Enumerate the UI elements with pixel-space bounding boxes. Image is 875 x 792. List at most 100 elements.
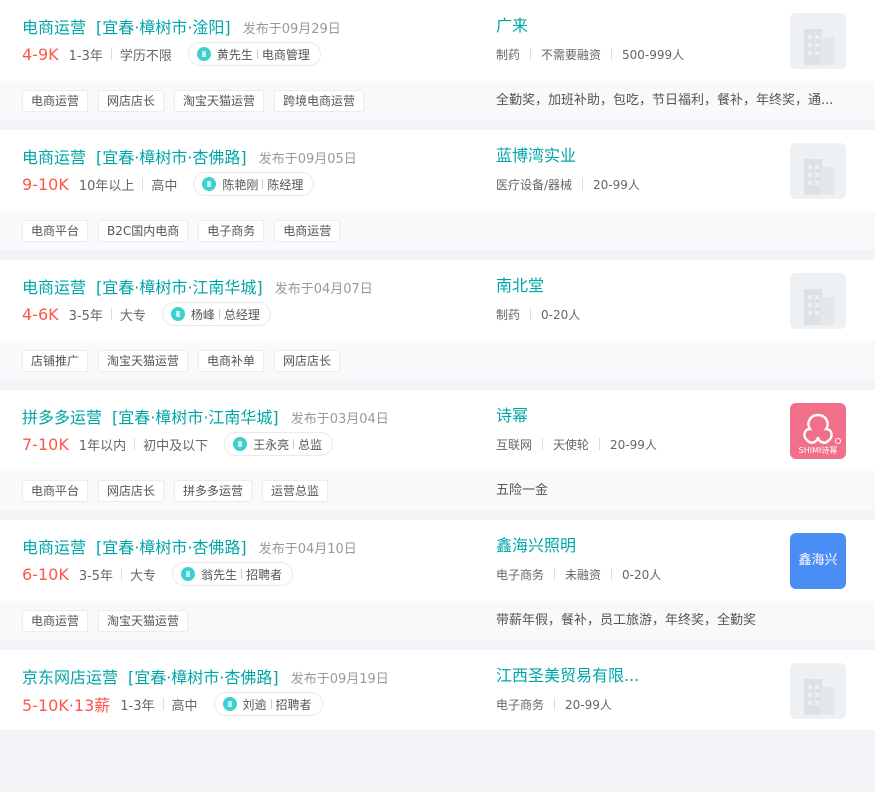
divider	[256, 49, 258, 59]
job-location: [宜春·樟树市·杏佛路]	[96, 148, 247, 167]
company-funding: 不需要融资	[541, 47, 602, 62]
chat-bubble-icon	[233, 437, 248, 451]
chat-recruiter-button[interactable]: 王永亮 总监	[224, 432, 334, 456]
education: 高中	[151, 178, 178, 194]
skill-tag: 电商平台	[22, 220, 89, 242]
job-title-link[interactable]: 京东网店运营	[22, 664, 118, 688]
welfare-text: 五险一金	[496, 483, 549, 498]
divider	[162, 698, 164, 710]
job-location: [宜春·樟树市·杏佛路]	[96, 538, 247, 557]
experience: 1-3年	[120, 698, 155, 714]
job-title-link[interactable]: 电商运营	[22, 14, 86, 38]
divider	[611, 568, 613, 580]
job-card[interactable]: 京东网店运营 [宜春·樟树市·杏佛路] 发布于09月19日 5-10K·13薪 …	[0, 650, 875, 730]
skill-tag: 电子商务	[198, 220, 265, 242]
experience: 1年以内	[78, 438, 127, 454]
job-tags: 电商运营 网店店长 淘宝天猫运营 跨境电商运营	[22, 90, 374, 112]
welfare-text: 全勤奖，加班补助，包吃，节日福利，餐补，年终奖，通...	[496, 93, 834, 108]
experience: 10年以上	[78, 178, 135, 194]
job-location: [宜春·樟树市·江南华城]	[96, 278, 263, 297]
job-info-row: 4-9K 1-3年 学历不限 黄先生 电商管理	[22, 41, 482, 67]
divider	[270, 699, 272, 709]
company-logo[interactable]	[790, 663, 846, 719]
company-name-link[interactable]: 广来	[496, 14, 776, 38]
publish-date: 发布于04月07日	[274, 282, 373, 297]
chat-recruiter-button[interactable]: 杨峰 总经理	[161, 302, 271, 326]
job-card-main: 电商运营 [宜春·樟树市·杏佛路] 发布于09月05日 9-10K 10年以上 …	[0, 130, 875, 210]
welfare-text: 带薪年假，餐补，员工旅游，年终奖，全勤奖	[496, 613, 757, 628]
job-primary: 电商运营 [宜春·樟树市·杏佛路] 发布于09月05日 9-10K 10年以上 …	[22, 144, 482, 197]
job-primary: 拼多多运营 [宜春·樟树市·江南华城] 发布于03月04日 7-10K 1年以内…	[22, 404, 482, 457]
job-card-main: 京东网店运营 [宜春·樟树市·杏佛路] 发布于09月19日 5-10K·13薪 …	[0, 650, 875, 730]
job-card-footer: 电商平台 B2C国内电商 电子商务 电商运营	[0, 210, 875, 250]
company-logo[interactable]: SHIMI诗幂	[790, 403, 846, 459]
job-card[interactable]: 拼多多运营 [宜春·樟树市·江南华城] 发布于03月04日 7-10K 1年以内…	[0, 390, 875, 510]
job-title-link[interactable]: 电商运营	[22, 274, 86, 298]
company-name-link[interactable]: 江西圣美贸易有限...	[496, 664, 776, 688]
job-card[interactable]: 电商运营 [宜春·樟树市·杏佛路] 发布于04月10日 6-10K 3-5年 大…	[0, 520, 875, 640]
divider	[110, 48, 112, 60]
chat-recruiter-button[interactable]: 翁先生 招聘者	[172, 562, 294, 586]
divider	[582, 178, 584, 190]
recruiter-role: 招聘者	[275, 697, 312, 712]
company-logo[interactable]: 鑫海兴	[790, 533, 846, 589]
job-location: [宜春·樟树市·淦阳]	[96, 18, 231, 37]
company-industry: 医疗设备/器械	[496, 177, 573, 192]
recruiter-name: 王永亮	[253, 437, 290, 452]
divider	[262, 179, 264, 189]
company-name-link[interactable]: 蓝博湾实业	[496, 144, 776, 168]
divider	[293, 439, 295, 449]
recruiter-role: 电商管理	[261, 47, 310, 62]
job-title-row: 电商运营 [宜春·樟树市·淦阳] 发布于09月29日	[22, 14, 482, 38]
shimi-logo-icon: SHIMI诗幂	[790, 403, 846, 459]
company-logo[interactable]	[790, 13, 846, 69]
chat-recruiter-button[interactable]: 黄先生 电商管理	[187, 42, 321, 66]
job-card-main: 电商运营 [宜春·樟树市·杏佛路] 发布于04月10日 6-10K 3-5年 大…	[0, 520, 875, 600]
company-name-link[interactable]: 南北堂	[496, 274, 776, 298]
publish-date: 发布于04月10日	[258, 542, 357, 557]
divider	[241, 569, 243, 579]
company-industry: 制药	[496, 307, 521, 322]
company-name-link[interactable]: 诗幂	[496, 404, 776, 428]
skill-tag: 电商运营	[22, 90, 89, 112]
education: 初中及以下	[143, 438, 209, 454]
job-title-link[interactable]: 拼多多运营	[22, 404, 102, 428]
publish-date: 发布于03月04日	[290, 412, 389, 427]
recruiter-name: 陈艳刚	[222, 177, 259, 192]
job-title-link[interactable]: 电商运营	[22, 534, 86, 558]
chat-recruiter-button[interactable]: 刘逾 招聘者	[213, 692, 323, 716]
salary: 7-10K	[22, 434, 69, 454]
chat-bubble-icon	[222, 697, 237, 711]
job-card[interactable]: 电商运营 [宜春·樟树市·淦阳] 发布于09月29日 4-9K 1-3年 学历不…	[0, 0, 875, 120]
company-industry: 电子商务	[496, 697, 545, 712]
education: 高中	[171, 698, 198, 714]
company-logo[interactable]	[790, 143, 846, 199]
salary: 6-10K	[22, 564, 69, 584]
company-logo[interactable]	[790, 273, 846, 329]
job-card[interactable]: 电商运营 [宜春·樟树市·江南华城] 发布于04月07日 4-6K 3-5年 大…	[0, 260, 875, 380]
job-primary: 京东网店运营 [宜春·樟树市·杏佛路] 发布于09月19日 5-10K·13薪 …	[22, 664, 482, 717]
company-size: 500-999人	[622, 47, 685, 62]
job-tags: 店铺推广 淘宝天猫运营 电商补单 网店店长	[22, 350, 350, 372]
company-industry: 制药	[496, 47, 521, 62]
company-funding: 天使轮	[553, 437, 590, 452]
company-meta-row: 制药 0-20人	[496, 301, 776, 327]
skill-tag: 运营总监	[262, 480, 329, 502]
job-title-link[interactable]: 电商运营	[22, 144, 86, 168]
chat-recruiter-button[interactable]: 陈艳刚 陈经理	[193, 172, 315, 196]
job-info-row: 4-6K 3-5年 大专 杨峰 总经理	[22, 301, 482, 327]
company-info: 江西圣美贸易有限... 电子商务 20-99人	[496, 664, 776, 717]
job-info-row: 9-10K 10年以上 高中 陈艳刚 陈经理	[22, 171, 482, 197]
recruiter-name: 刘逾	[242, 697, 267, 712]
company-funding: 未融资	[565, 567, 602, 582]
company-meta-row: 电子商务 20-99人	[496, 691, 776, 717]
recruiter-role: 招聘者	[246, 567, 283, 582]
job-title-row: 京东网店运营 [宜春·樟树市·杏佛路] 发布于09月19日	[22, 664, 482, 688]
divider	[218, 309, 220, 319]
job-info-row: 7-10K 1年以内 初中及以下 王永亮 总监	[22, 431, 482, 457]
job-card[interactable]: 电商运营 [宜春·樟树市·杏佛路] 发布于09月05日 9-10K 10年以上 …	[0, 130, 875, 250]
divider	[530, 48, 532, 60]
salary: 4-9K	[22, 44, 59, 64]
skill-tag: 网店店长	[274, 350, 341, 372]
company-name-link[interactable]: 鑫海兴照明	[496, 534, 776, 558]
